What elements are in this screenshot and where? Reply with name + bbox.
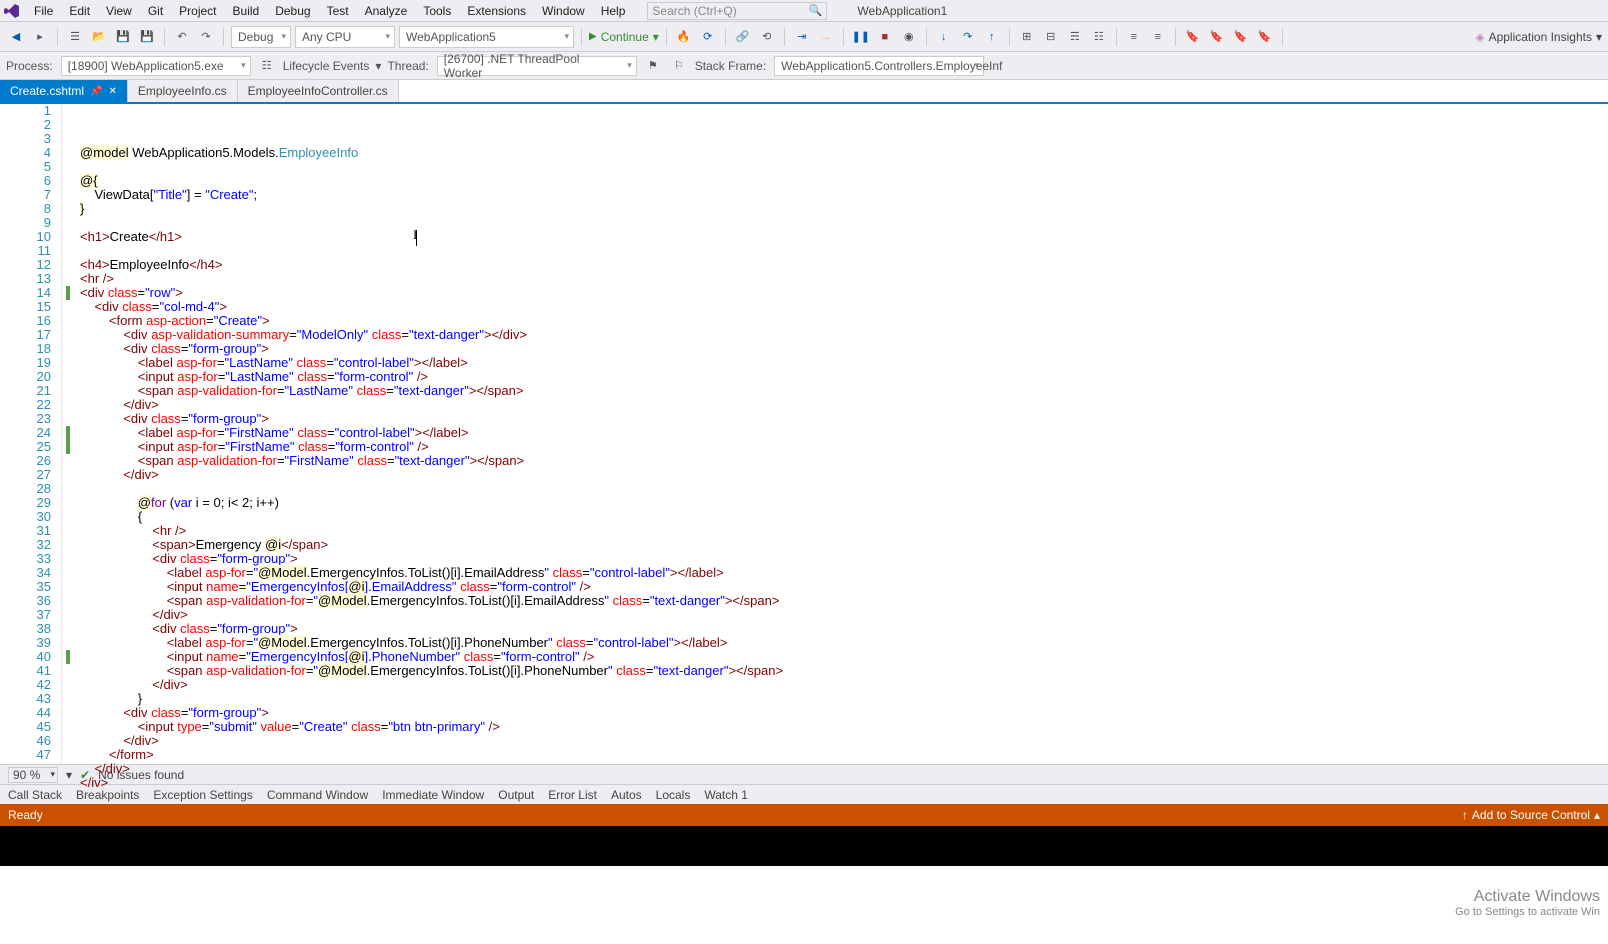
stack-label: Stack Frame: xyxy=(695,59,766,73)
thread-combo[interactable]: [26700] .NET ThreadPool Worker xyxy=(437,56,637,76)
solution-name: WebApplication1 xyxy=(857,4,947,18)
step-out-icon[interactable]: ↑ xyxy=(982,27,1002,47)
menu-help[interactable]: Help xyxy=(593,2,634,20)
record-icon[interactable]: ◉ xyxy=(899,27,919,47)
document-tabs: Create.cshtml📌✕EmployeeInfo.csEmployeeIn… xyxy=(0,80,1608,104)
bookmark-next-icon[interactable]: 🔖 xyxy=(1231,27,1251,47)
menu-git[interactable]: Git xyxy=(140,2,171,20)
status-ready: Ready xyxy=(8,808,43,822)
menu-bar: FileEditViewGitProjectBuildDebugTestAnal… xyxy=(0,0,1608,22)
outdent-icon[interactable]: ≡ xyxy=(1148,27,1168,47)
menu-analyze[interactable]: Analyze xyxy=(357,2,416,20)
process-label: Process: xyxy=(6,59,53,73)
config-combo[interactable]: Debug xyxy=(231,26,291,48)
nav-back-icon[interactable]: ◀ xyxy=(6,27,26,47)
tool-a-icon[interactable]: ⊞ xyxy=(1017,27,1037,47)
add-source-control[interactable]: ↑ Add to Source Control ▴ xyxy=(1462,808,1600,822)
menu-edit[interactable]: Edit xyxy=(61,2,98,20)
step-into-icon[interactable]: ↓ xyxy=(934,27,954,47)
save-icon[interactable]: 💾 xyxy=(113,27,133,47)
refresh-icon[interactable]: ⟲ xyxy=(757,27,777,47)
menu-window[interactable]: Window xyxy=(534,2,593,20)
browser-link-icon[interactable]: 🔗 xyxy=(733,27,753,47)
bookmark-prev-icon[interactable]: 🔖 xyxy=(1207,27,1227,47)
stop-icon[interactable]: ■ xyxy=(875,27,895,47)
flag2-icon[interactable]: ⚐ xyxy=(669,56,689,76)
startup-combo[interactable]: WebApplication5 xyxy=(399,26,574,48)
menu-tools[interactable]: Tools xyxy=(415,2,459,20)
bookmark-clear-icon[interactable]: 🔖 xyxy=(1255,27,1275,47)
code-editor[interactable]: 1234567891011121314151617181920212223242… xyxy=(0,104,1608,764)
lifecycle-label[interactable]: Lifecycle Events xyxy=(283,59,370,73)
process-combo[interactable]: [18900] WebApplication5.exe xyxy=(61,56,251,76)
indent-icon[interactable]: ≡ xyxy=(1124,27,1144,47)
zoom-combo[interactable]: 90 % xyxy=(8,767,58,783)
menu-debug[interactable]: Debug xyxy=(267,2,318,20)
pause-icon[interactable]: ❚❚ xyxy=(851,27,871,47)
menu-file[interactable]: File xyxy=(26,2,61,20)
code-area[interactable]: @model WebApplication5.Models.EmployeeIn… xyxy=(76,104,1608,764)
tab-create-cshtml[interactable]: Create.cshtml📌✕ xyxy=(0,80,128,102)
windows-taskbar[interactable] xyxy=(0,826,1608,866)
line-number-gutter: 1234567891011121314151617181920212223242… xyxy=(0,104,62,764)
tab-employeeinfo-cs[interactable]: EmployeeInfo.cs xyxy=(128,80,238,102)
tab-employeeinfocontroller-cs[interactable]: EmployeeInfoController.cs xyxy=(238,80,399,102)
open-icon[interactable]: 📂 xyxy=(89,27,109,47)
menu-extensions[interactable]: Extensions xyxy=(459,2,534,20)
restart-icon[interactable]: ⟳ xyxy=(698,27,718,47)
standard-toolbar: ◀ ▸ ☰ 📂 💾 💾 ↶ ↷ Debug Any CPU WebApplica… xyxy=(0,22,1608,52)
search-icon: 🔍 xyxy=(809,4,823,17)
continue-button[interactable]: Continue ▾ xyxy=(589,30,659,44)
tool-d-icon[interactable]: ☷ xyxy=(1089,27,1109,47)
modification-bar xyxy=(62,104,76,764)
bookmark-icon[interactable]: 🔖 xyxy=(1183,27,1203,47)
search-placeholder: Search (Ctrl+Q) xyxy=(652,4,736,18)
lifecycle-icon[interactable]: ☷ xyxy=(257,56,277,76)
close-icon[interactable]: ✕ xyxy=(108,86,116,97)
app-insights-button[interactable]: Application Insights ▾ xyxy=(1475,30,1602,44)
status-bar: Ready ↑ Add to Source Control ▴ xyxy=(0,804,1608,826)
menu-build[interactable]: Build xyxy=(225,2,268,20)
step-next-icon[interactable]: ⇥ xyxy=(792,27,812,47)
thread-label: Thread: xyxy=(387,59,428,73)
hot-reload-icon[interactable]: 🔥 xyxy=(674,27,694,47)
debug-toolbar: Process: [18900] WebApplication5.exe ☷ L… xyxy=(0,52,1608,80)
step-over-icon[interactable]: ↷ xyxy=(958,27,978,47)
undo-icon[interactable]: ↶ xyxy=(172,27,192,47)
menu-project[interactable]: Project xyxy=(171,2,224,20)
show-next-icon[interactable]: → xyxy=(816,27,836,47)
activate-windows-watermark: Activate Windows Go to Settings to activ… xyxy=(1455,888,1600,918)
menu-view[interactable]: View xyxy=(98,2,140,20)
pin-icon[interactable]: 📌 xyxy=(90,86,102,97)
tool-c-icon[interactable]: ☴ xyxy=(1065,27,1085,47)
search-box[interactable]: Search (Ctrl+Q) 🔍 xyxy=(647,2,827,20)
new-project-icon[interactable]: ☰ xyxy=(65,27,85,47)
pane-call-stack[interactable]: Call Stack xyxy=(8,788,62,802)
flag-icon[interactable]: ⚑ xyxy=(643,56,663,76)
text-cursor xyxy=(416,230,417,246)
tool-b-icon[interactable]: ⊟ xyxy=(1041,27,1061,47)
redo-icon[interactable]: ↷ xyxy=(196,27,216,47)
stack-combo[interactable]: WebApplication5.Controllers.EmployeeInf xyxy=(774,56,984,76)
platform-combo[interactable]: Any CPU xyxy=(295,26,395,48)
menu-test[interactable]: Test xyxy=(319,2,357,20)
nav-fwd-icon[interactable]: ▸ xyxy=(30,27,50,47)
vs-logo-icon xyxy=(4,3,20,19)
save-all-icon[interactable]: 💾 xyxy=(137,27,157,47)
